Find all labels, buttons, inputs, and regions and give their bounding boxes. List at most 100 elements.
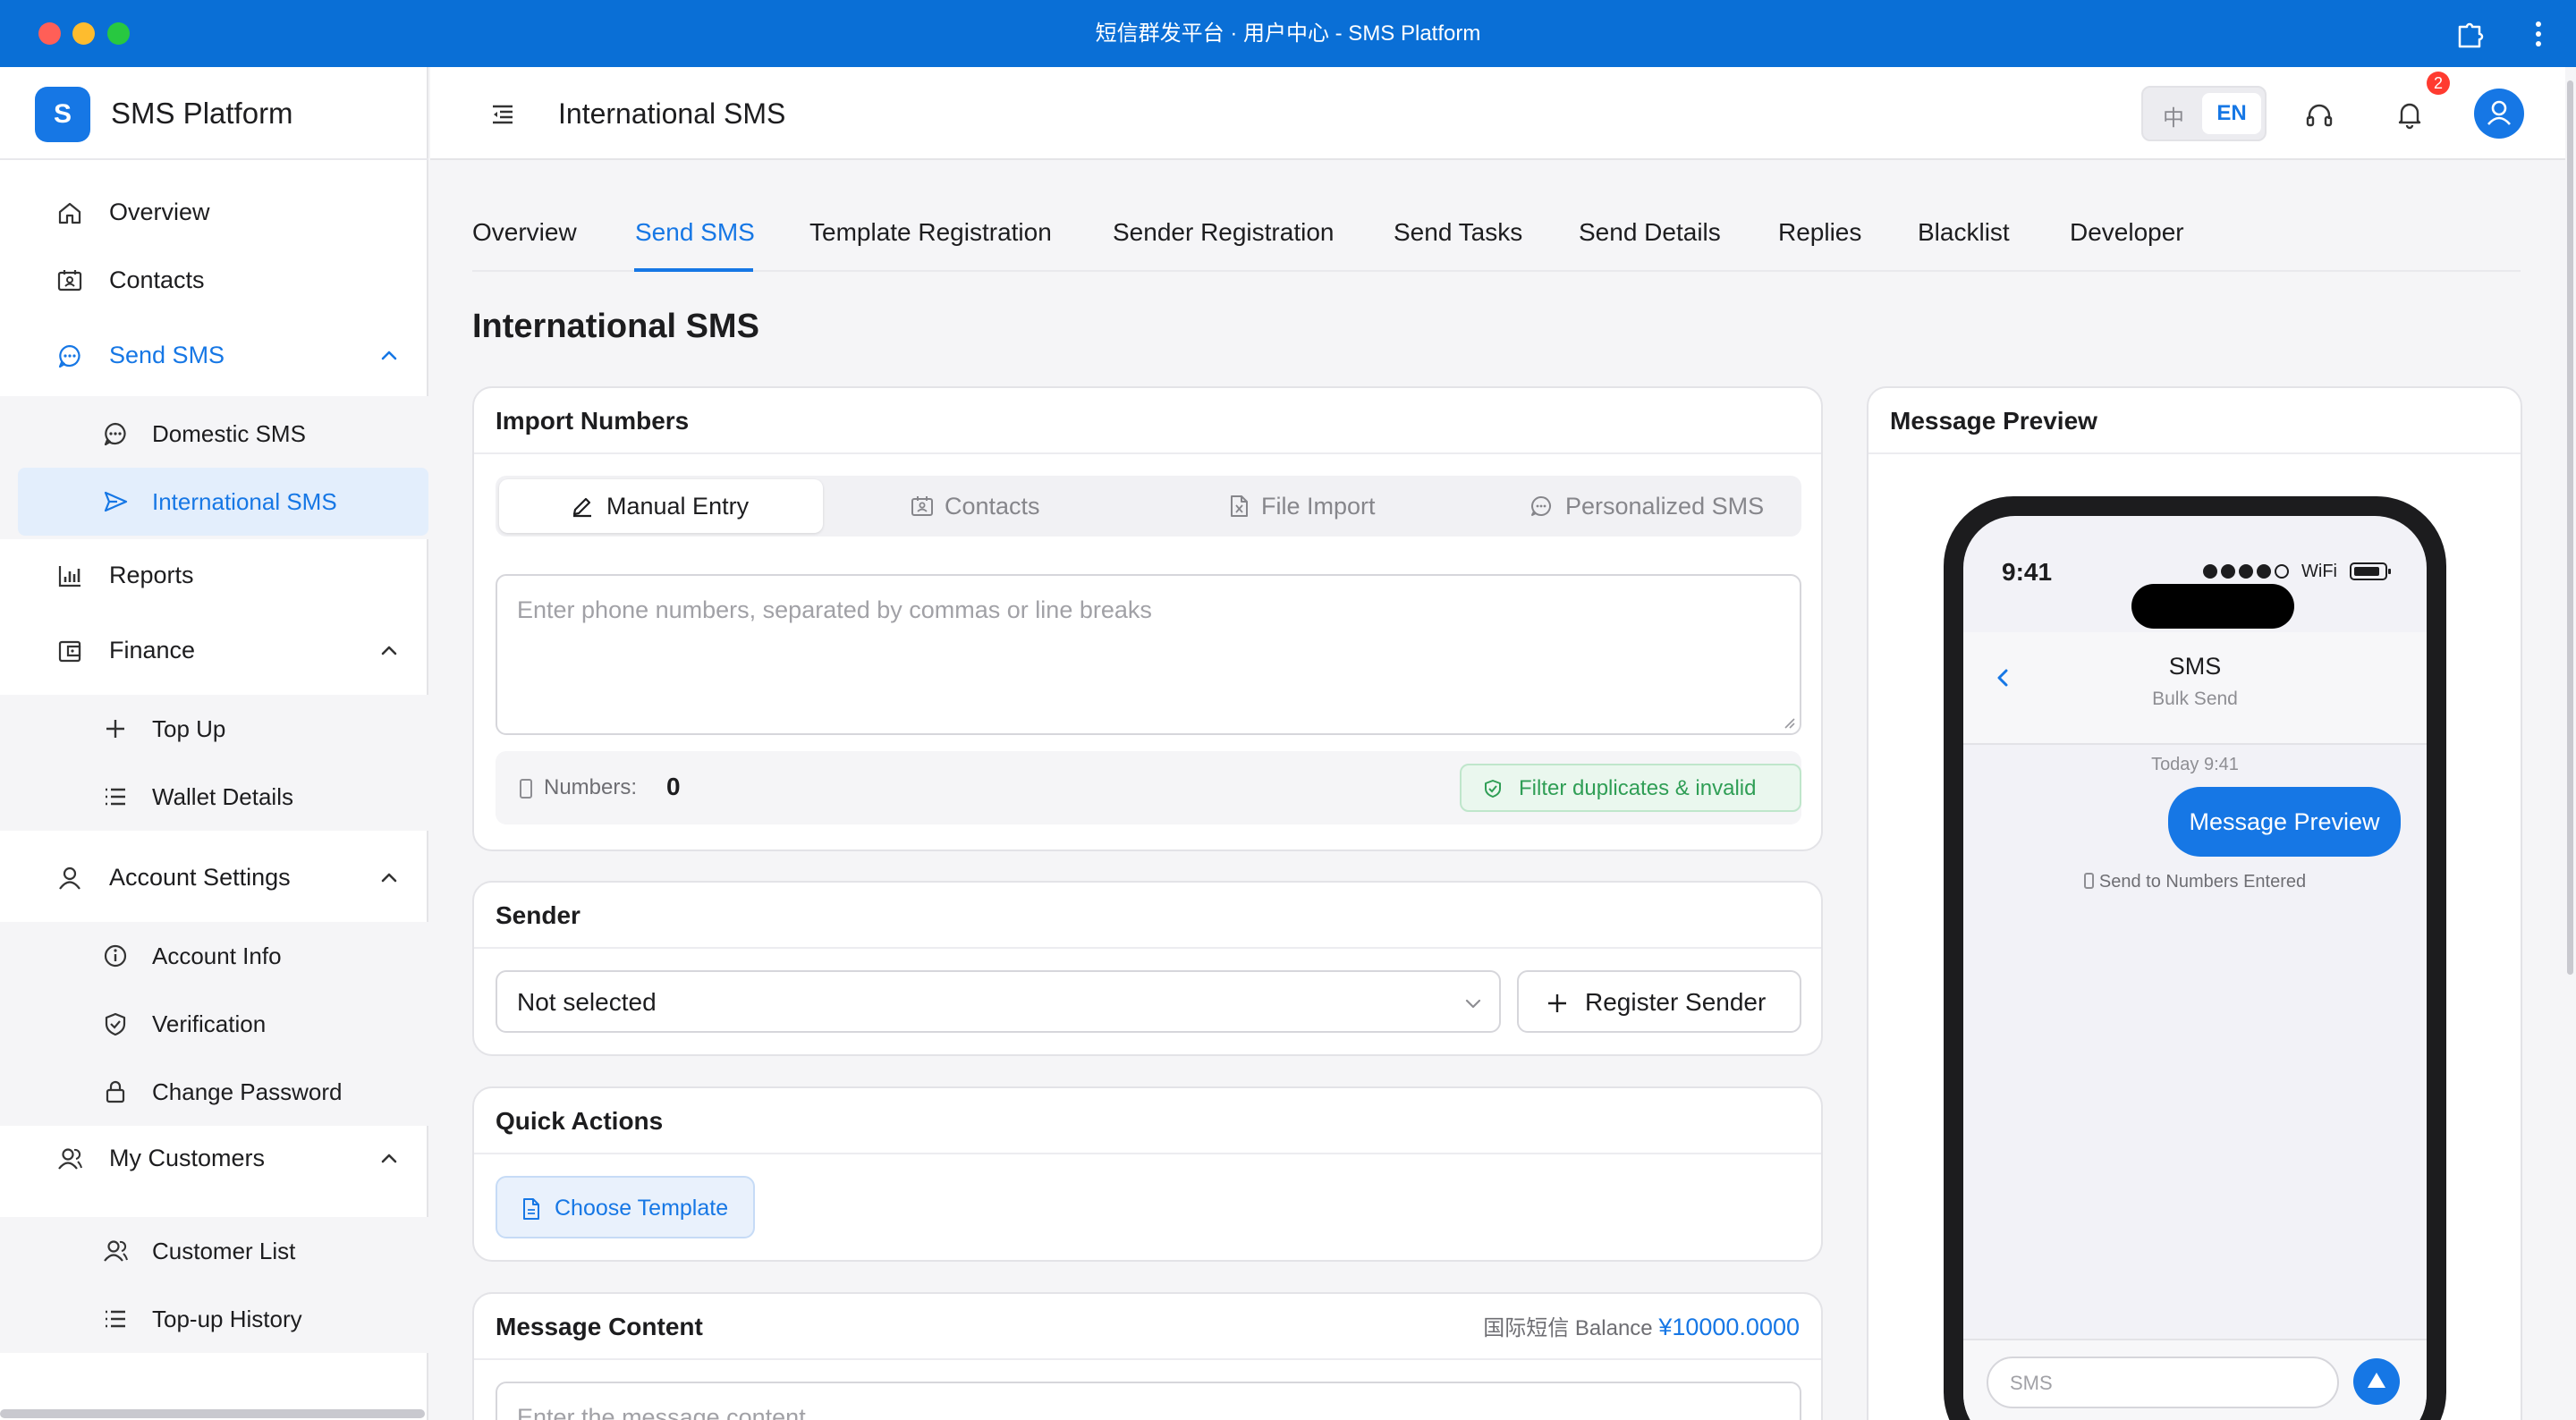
battery-icon — [2350, 562, 2391, 580]
collapse-menu-icon[interactable] — [489, 101, 516, 128]
sidebar-item-overview[interactable]: Overview — [0, 180, 428, 244]
card-title: Sender — [496, 901, 580, 929]
brand-logo: S — [35, 87, 90, 142]
message-bubble: Message Preview — [2168, 787, 2401, 857]
sidebar: S SMS Platform Overview Contacts Send SM… — [0, 67, 428, 1420]
send-sms-submenu: Domestic SMS International SMS — [0, 396, 428, 539]
tab-send-sms[interactable]: Send SMS — [635, 215, 755, 250]
window-title-bar: 短信群发平台 · 用户中心 - SMS Platform — [0, 0, 2576, 67]
wallet-icon — [58, 640, 81, 663]
compose-placeholder: SMS — [2010, 1372, 2053, 1394]
sidebar-item-reports[interactable]: Reports — [0, 543, 428, 607]
resize-grip-icon[interactable] — [1780, 714, 1796, 730]
phone-icon — [2083, 873, 2094, 889]
tab-template-registration[interactable]: Template Registration — [809, 215, 1052, 250]
lang-zh-option[interactable]: 中 — [2163, 100, 2184, 131]
choose-template-button[interactable]: Choose Template — [496, 1176, 755, 1238]
tab-send-details[interactable]: Send Details — [1579, 215, 1721, 250]
compose-bar: SMS — [1963, 1339, 2427, 1420]
sidebar-item-label: International SMS — [152, 488, 337, 515]
phone-icon — [520, 779, 532, 799]
filter-duplicates-label: Filter duplicates & invalid — [1519, 776, 1757, 800]
sidebar-item-contacts[interactable]: Contacts — [0, 248, 428, 312]
sidebar-item-my-customers[interactable]: My Customers — [0, 1126, 428, 1190]
sidebar-item-verification[interactable]: Verification — [0, 990, 428, 1058]
chevron-up-icon[interactable] — [379, 640, 399, 660]
tab-developer[interactable]: Developer — [2070, 215, 2184, 250]
mode-label: Manual Entry — [606, 493, 750, 520]
compose-input[interactable]: SMS — [1987, 1357, 2339, 1408]
wifi-label: WiFi — [2301, 562, 2337, 581]
contacts-icon — [57, 270, 82, 292]
chevron-up-icon[interactable] — [379, 345, 399, 365]
sidebar-item-label: Overview — [109, 199, 210, 225]
header-title: International SMS — [558, 97, 786, 130]
signal-dots-icon — [2203, 564, 2289, 579]
send-icon — [104, 491, 128, 512]
customers-icon — [58, 1148, 82, 1170]
tab-sender-registration[interactable]: Sender Registration — [1113, 215, 1334, 250]
mode-file-import[interactable]: File Import — [1148, 479, 1474, 533]
sidebar-item-label: Finance — [109, 637, 196, 664]
register-sender-button[interactable]: Register Sender — [1517, 970, 1801, 1033]
list-icon — [106, 1310, 125, 1328]
brand-name: SMS Platform — [111, 97, 293, 130]
more-vertical-icon[interactable] — [2529, 16, 2547, 52]
sidebar-item-finance[interactable]: Finance — [0, 618, 428, 682]
card-header: Quick Actions — [474, 1088, 1821, 1154]
excel-file-icon — [1231, 495, 1248, 517]
filter-duplicates-button[interactable]: Filter duplicates & invalid — [1460, 764, 1801, 812]
chevron-down-icon — [1465, 999, 1481, 1009]
chevron-up-icon[interactable] — [379, 867, 399, 887]
quick-actions-card: Quick Actions Choose Template — [472, 1086, 1823, 1262]
numbers-count-bar: Numbers: 0 Filter duplicates & invalid — [496, 751, 1801, 824]
card-title: Quick Actions — [496, 1107, 664, 1135]
message-placeholder: Enter the message content — [517, 1404, 806, 1420]
extension-icon[interactable] — [2453, 18, 2486, 50]
sidebar-horizontal-scrollbar[interactable] — [0, 1409, 425, 1418]
sidebar-item-send-sms[interactable]: Send SMS — [0, 323, 428, 387]
tab-blacklist[interactable]: Blacklist — [1918, 215, 2010, 250]
sidebar-item-account-info[interactable]: Account Info — [0, 922, 428, 990]
user-avatar[interactable] — [2474, 89, 2524, 139]
sidebar-item-wallet-details[interactable]: Wallet Details — [0, 763, 428, 831]
message-content-input[interactable]: Enter the message content — [496, 1382, 1801, 1420]
chevron-up-icon[interactable] — [379, 1148, 399, 1168]
mode-label: File Import — [1261, 493, 1376, 520]
mode-manual-entry[interactable]: Manual Entry — [499, 479, 823, 533]
bar-chart-icon — [58, 566, 80, 587]
tab-overview[interactable]: Overview — [472, 215, 577, 250]
home-icon — [58, 202, 81, 224]
balance-value: ¥10000.0000 — [1658, 1314, 1800, 1340]
sidebar-item-account-settings[interactable]: Account Settings — [0, 845, 428, 909]
sidebar-item-label: Contacts — [109, 266, 205, 293]
sidebar-item-change-password[interactable]: Change Password — [0, 1058, 428, 1126]
mode-personalized-sms[interactable]: Personalized SMS — [1474, 479, 1798, 533]
page-scrollbar-thumb[interactable] — [2567, 80, 2573, 975]
sidebar-item-top-up[interactable]: Top Up — [0, 695, 428, 763]
sidebar-item-international-sms[interactable]: International SMS — [18, 468, 428, 536]
card-header: Sender — [474, 883, 1821, 949]
headset-icon[interactable] — [2304, 101, 2334, 131]
active-tab-indicator — [634, 268, 753, 272]
customers-icon — [104, 1240, 128, 1262]
tab-replies[interactable]: Replies — [1778, 215, 1861, 250]
lang-en-option[interactable]: EN — [2202, 93, 2261, 134]
balance-display: 国际短信 Balance ¥10000.0000 — [1483, 1312, 1800, 1344]
shield-icon — [105, 1012, 126, 1036]
mode-contacts[interactable]: Contacts — [823, 479, 1148, 533]
phone-numbers-textarea[interactable]: Enter phone numbers, separated by commas… — [496, 574, 1801, 735]
sidebar-item-label: Top-up History — [152, 1306, 302, 1332]
sidebar-item-label: Account Info — [152, 942, 282, 969]
sender-select[interactable]: Not selected — [496, 970, 1501, 1033]
language-switch[interactable]: 中 EN — [2141, 86, 2267, 141]
sidebar-item-top-up-history[interactable]: Top-up History — [0, 1285, 428, 1353]
bell-icon[interactable] — [2394, 99, 2425, 130]
list-icon — [106, 788, 125, 806]
sidebar-item-label: Top Up — [152, 715, 226, 742]
send-message-button[interactable] — [2353, 1358, 2400, 1405]
sidebar-item-domestic-sms[interactable]: Domestic SMS — [0, 400, 428, 468]
sidebar-item-customer-list[interactable]: Customer List — [0, 1217, 428, 1285]
mode-label: Personalized SMS — [1565, 493, 1765, 520]
tab-send-tasks[interactable]: Send Tasks — [1394, 215, 1522, 250]
